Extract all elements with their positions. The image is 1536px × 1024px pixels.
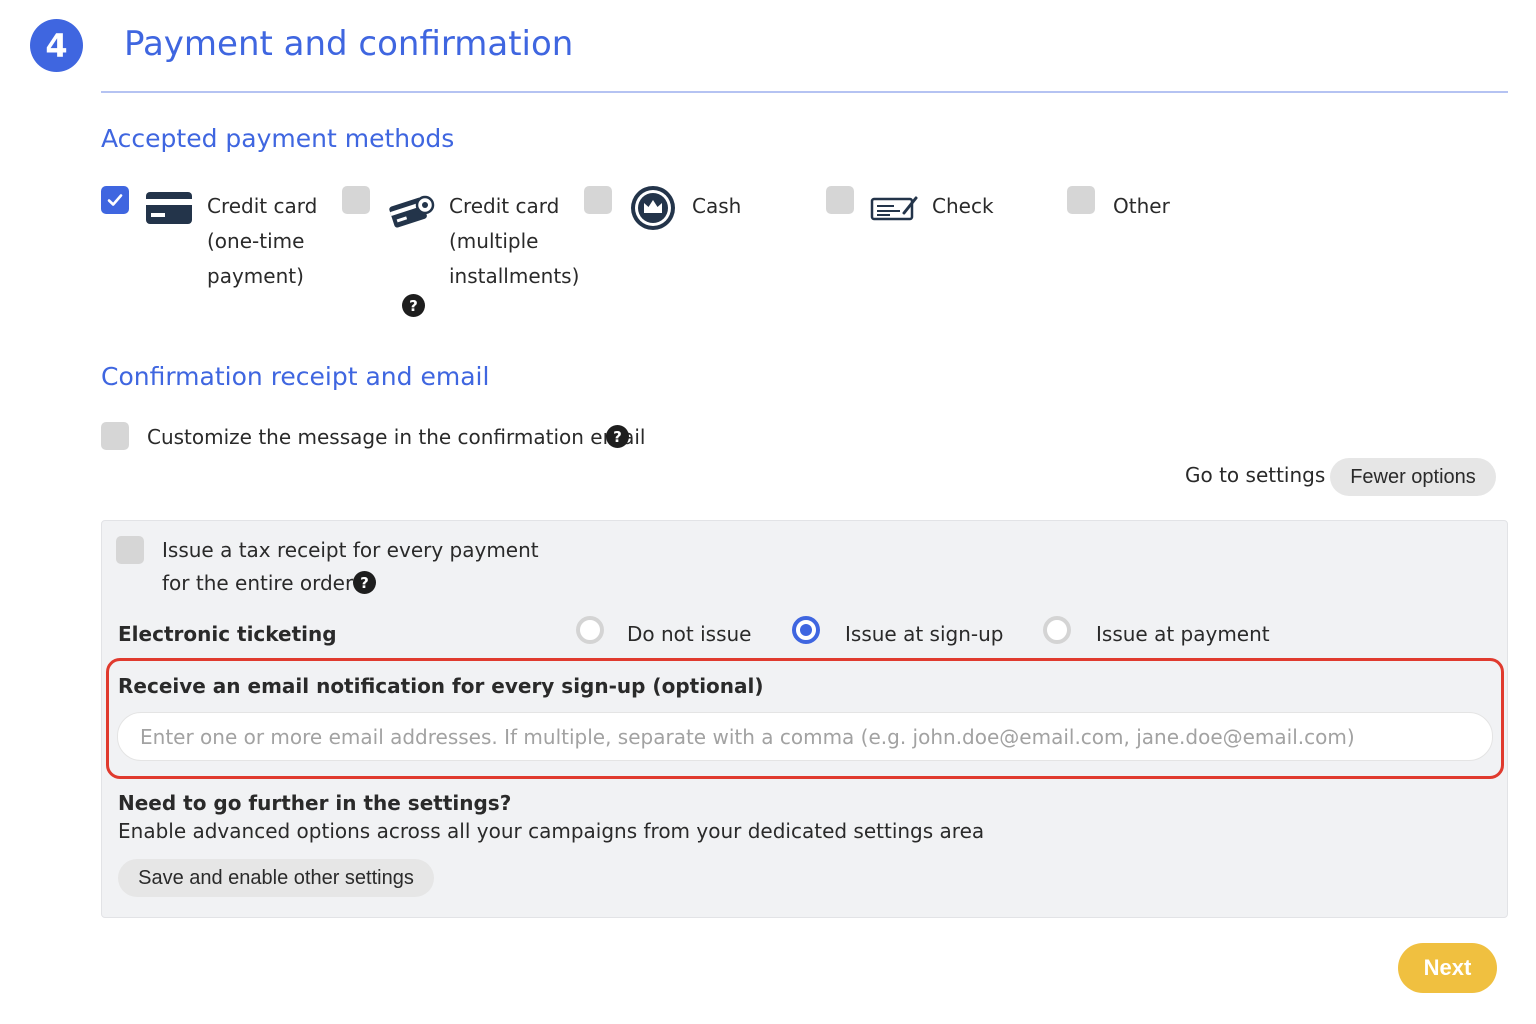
credit-card-one-time-checkbox[interactable]: [101, 186, 129, 214]
cash-label: Cash: [692, 194, 742, 218]
credit-card-installments-checkbox[interactable]: [342, 186, 370, 214]
installments-help-icon[interactable]: ?: [402, 294, 425, 317]
title-divider: [101, 91, 1508, 93]
further-settings-title: Need to go further in the settings?: [118, 791, 512, 815]
payment-methods-title: Accepted payment methods: [101, 124, 455, 153]
tax-receipt-label-line2: for the entire order: [162, 571, 354, 595]
customize-message-checkbox[interactable]: [101, 422, 129, 450]
step-number-badge: 4: [30, 19, 83, 72]
ticketing-issue-at-signup-label: Issue at sign-up: [845, 622, 1004, 646]
check-label: Check: [932, 194, 994, 218]
tax-receipt-label-line1: Issue a tax receipt for every payment: [162, 538, 539, 562]
cash-checkbox[interactable]: [584, 186, 612, 214]
confirmation-title: Confirmation receipt and email: [101, 362, 490, 391]
tax-receipt-help-icon[interactable]: ?: [353, 571, 376, 594]
credit-card-icon: [146, 192, 192, 224]
go-to-settings-link[interactable]: Go to settings: [1185, 463, 1325, 487]
checkmark-icon: [107, 194, 123, 206]
credit-card-installments-label: Credit card (multiple installments): [449, 194, 580, 288]
ticketing-issue-at-payment-radio[interactable]: [1043, 616, 1071, 644]
cash-icon: [631, 186, 675, 230]
other-checkbox[interactable]: [1067, 186, 1095, 214]
further-settings-description: Enable advanced options across all your …: [118, 819, 985, 843]
fewer-options-button[interactable]: Fewer options: [1330, 458, 1496, 496]
notification-label: Receive an email notification for every …: [118, 674, 764, 698]
page-title: Payment and confirmation: [124, 24, 574, 64]
check-checkbox[interactable]: [826, 186, 854, 214]
customize-message-label: Customize the message in the confirmatio…: [147, 425, 646, 449]
notification-email-input[interactable]: [117, 712, 1493, 761]
ticketing-issue-at-payment-label: Issue at payment: [1096, 622, 1270, 646]
other-label: Other: [1113, 194, 1170, 218]
ticketing-do-not-issue-radio[interactable]: [576, 616, 604, 644]
customize-help-icon[interactable]: ?: [606, 425, 629, 448]
tax-receipt-checkbox[interactable]: [116, 536, 144, 564]
ticketing-issue-at-signup-radio[interactable]: [792, 616, 820, 644]
credit-card-one-time-label: Credit card (one-time payment): [207, 194, 318, 288]
save-enable-settings-button[interactable]: Save and enable other settings: [118, 859, 434, 897]
credit-card-installments-icon: [389, 195, 435, 228]
electronic-ticketing-label: Electronic ticketing: [118, 622, 337, 646]
check-icon: [870, 196, 918, 221]
ticketing-do-not-issue-label: Do not issue: [627, 622, 752, 646]
next-button[interactable]: Next: [1398, 943, 1497, 993]
